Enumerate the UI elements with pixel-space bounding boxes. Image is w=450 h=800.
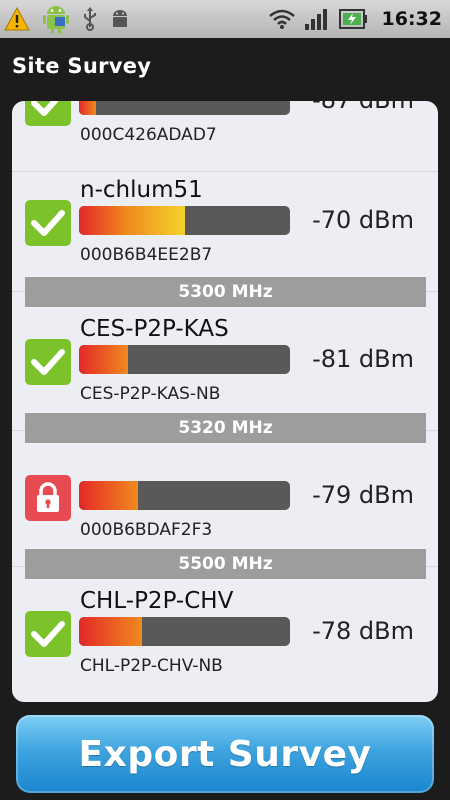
open-network-check-icon — [25, 101, 71, 126]
frequency-band-header: 5300 MHz — [25, 277, 426, 307]
signal-strength-fill — [79, 617, 143, 646]
battery-icon — [338, 8, 367, 30]
signal-strength-bar — [79, 481, 290, 510]
secured-network-lock-icon — [25, 475, 71, 521]
signal-strength-bar — [79, 345, 290, 374]
signal-strength-fill — [79, 345, 128, 374]
network-row[interactable]: CHL-P2P-CHV -78 dBm CHL-P2P-CHV-NB — [12, 584, 438, 702]
network-bssid: CHL-P2P-CHV-NB — [80, 656, 223, 676]
signal-dbm: -87 dBm — [312, 101, 414, 114]
frequency-band-header: 5500 MHz — [25, 549, 426, 579]
network-bssid: 000C426ADAD7 — [80, 125, 217, 145]
open-network-check-icon — [25, 200, 71, 246]
android-debug-icon — [42, 3, 70, 35]
survey-list-panel[interactable]: -87 dBm 000C426ADAD7 n-chlum51 -70 dBm 0… — [12, 101, 438, 702]
signal-strength-fill — [79, 206, 185, 235]
signal-strength-bar — [79, 206, 290, 235]
open-network-check-icon — [25, 339, 71, 385]
signal-dbm: -78 dBm — [312, 617, 414, 645]
signal-strength-bar — [79, 101, 290, 115]
network-row[interactable]: -87 dBm 000C426ADAD7 — [12, 101, 438, 172]
wifi-icon — [268, 9, 295, 29]
network-bssid: 000B6BDAF2F3 — [80, 520, 213, 540]
signal-dbm: -81 dBm — [312, 345, 414, 373]
warning-icon — [4, 7, 30, 31]
page-title: Site Survey — [12, 54, 152, 78]
network-ssid: n-chlum51 — [80, 177, 203, 203]
signal-strength-fill — [79, 481, 139, 510]
open-network-check-icon — [25, 611, 71, 657]
network-bssid: 000B6B4EE2B7 — [80, 245, 213, 265]
clock: 16:32 — [381, 8, 442, 30]
usb-icon — [82, 7, 98, 31]
export-survey-button[interactable]: Export Survey — [16, 715, 434, 793]
signal-icon — [304, 8, 330, 30]
signal-strength-fill — [79, 101, 96, 115]
network-bssid: CES-P2P-KAS-NB — [80, 384, 221, 404]
frequency-band-header: 5320 MHz — [25, 413, 426, 443]
network-ssid: CES-P2P-KAS — [80, 316, 229, 342]
signal-dbm: -70 dBm — [312, 206, 414, 234]
signal-strength-bar — [79, 617, 290, 646]
signal-dbm: -79 dBm — [312, 481, 414, 509]
network-row[interactable]: n-chlum51 -70 dBm 000B6B4EE2B7 — [12, 173, 438, 292]
network-ssid: CHL-P2P-CHV — [80, 588, 234, 614]
android-icon — [110, 8, 130, 30]
status-bar: 16:32 — [0, 0, 450, 38]
